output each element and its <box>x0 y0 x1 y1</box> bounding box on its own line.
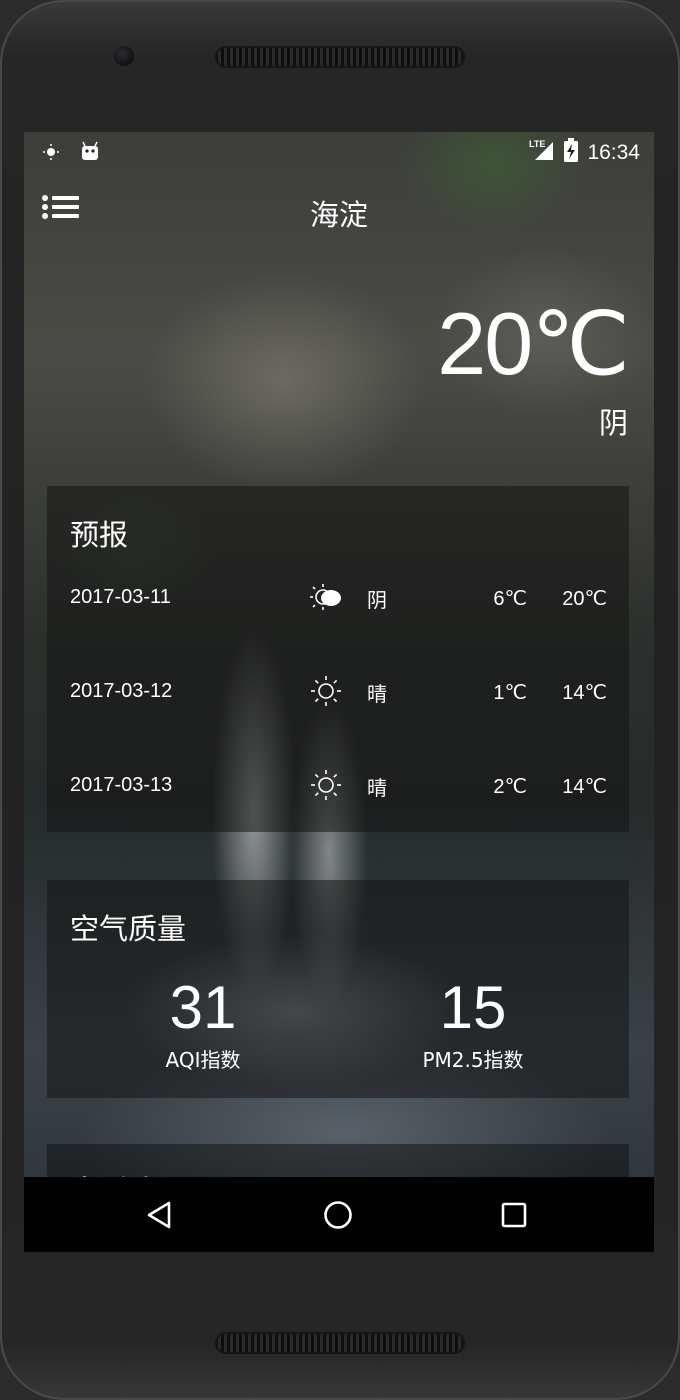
forecast-row[interactable]: 2017-03-11 阴 6℃ 20℃ <box>47 578 629 618</box>
forecast-high: 14℃ <box>562 682 607 704</box>
navigation-bar <box>24 1177 654 1252</box>
front-camera <box>114 46 134 66</box>
forecast-row[interactable]: 2017-03-12 晴 1℃ 14℃ <box>47 672 629 712</box>
back-icon <box>147 1201 171 1229</box>
forecast-card: 预报 2017-03-11 阴 6℃ 20℃ 2017-03-12 晴 1℃ 1… <box>47 486 629 832</box>
recents-icon <box>501 1202 527 1228</box>
forecast-date: 2017-03-13 <box>70 774 173 796</box>
forecast-date: 2017-03-11 <box>70 586 171 608</box>
svg-text:LTE: LTE <box>529 139 545 149</box>
aqi-label: AQI指数 <box>165 1048 241 1072</box>
back-button[interactable] <box>143 1197 179 1233</box>
home-button[interactable] <box>320 1197 356 1233</box>
forecast-condition: 晴 <box>367 682 387 706</box>
forecast-condition: 阴 <box>367 588 387 612</box>
sunny-icon <box>309 768 343 802</box>
recents-button[interactable] <box>496 1197 532 1233</box>
forecast-title: 预报 <box>70 518 129 552</box>
screen: LTE 16:34 海淀 20℃ 阴 预报 2017-03-11 阴 6℃ 20… <box>24 132 654 1252</box>
phone-frame: LTE 16:34 海淀 20℃ 阴 预报 2017-03-11 阴 6℃ 20… <box>0 0 680 1400</box>
pm25-block: 15 PM2.5指数 <box>373 976 573 1073</box>
toolbar: 海淀 <box>24 170 654 250</box>
bottom-speaker <box>215 1332 465 1354</box>
pm25-label: PM2.5指数 <box>422 1048 524 1072</box>
aqi-block: 31 AQI指数 <box>103 976 303 1073</box>
pm25-value: 15 <box>439 974 507 1041</box>
status-bar: LTE 16:34 <box>24 132 654 170</box>
air-quality-title: 空气质量 <box>70 912 187 946</box>
forecast-high: 14℃ <box>562 776 607 798</box>
signal-icon: LTE <box>529 138 555 167</box>
battery-charging-icon <box>563 138 579 167</box>
forecast-high: 20℃ <box>562 588 607 610</box>
android-icon <box>80 140 100 167</box>
forecast-row[interactable]: 2017-03-13 晴 2℃ 14℃ <box>47 766 629 806</box>
forecast-condition: 晴 <box>367 776 387 800</box>
current-condition: 阴 <box>598 406 628 440</box>
cloudy-icon <box>309 580 343 614</box>
home-icon <box>324 1201 352 1229</box>
weather-notification-icon <box>42 142 60 166</box>
aqi-value: 31 <box>169 974 237 1041</box>
top-speaker <box>215 46 465 68</box>
status-time: 16:34 <box>587 140 640 164</box>
city-title: 海淀 <box>309 198 368 232</box>
forecast-date: 2017-03-12 <box>70 680 173 702</box>
forecast-low: 2℃ <box>493 776 527 798</box>
sunny-icon <box>309 674 343 708</box>
air-quality-card: 空气质量 31 AQI指数 15 PM2.5指数 <box>47 880 629 1098</box>
forecast-low: 1℃ <box>493 682 527 704</box>
current-temperature: 20℃ <box>437 294 630 393</box>
forecast-low: 6℃ <box>493 588 527 610</box>
